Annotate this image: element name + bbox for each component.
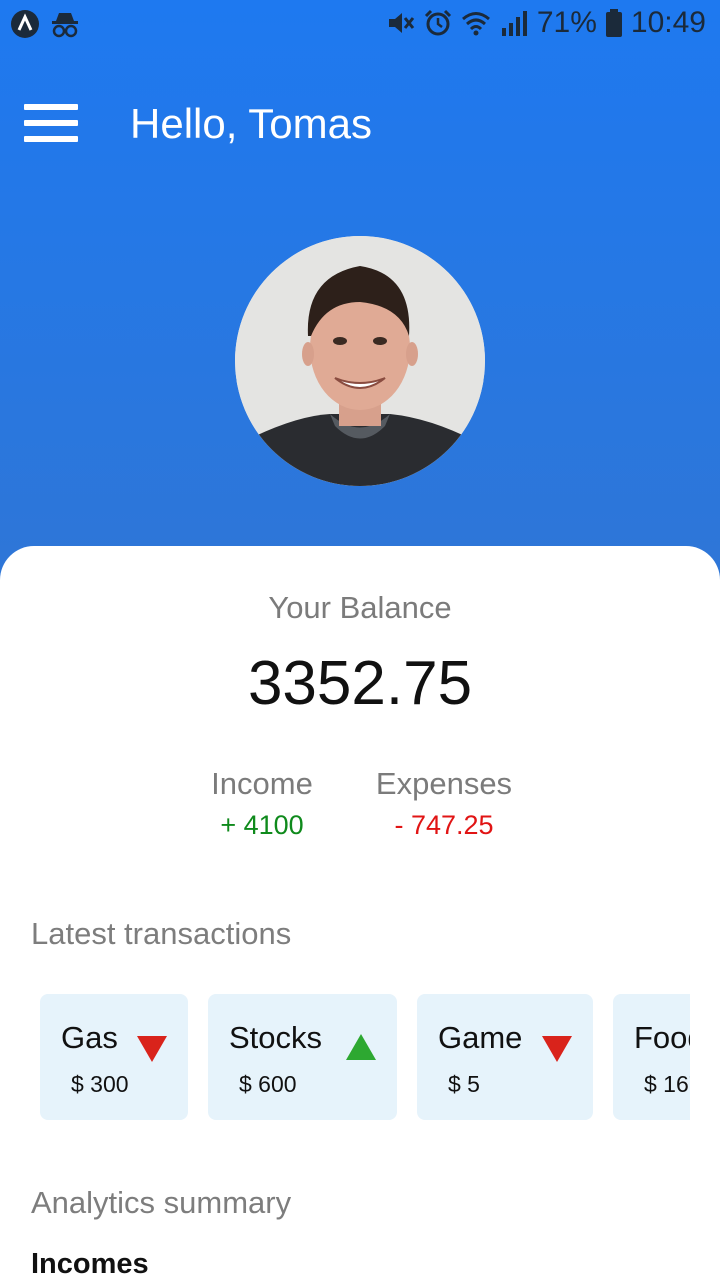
alarm-icon <box>424 9 451 36</box>
analytics-summary-title: Analytics summary <box>31 1185 292 1220</box>
clock: 10:49 <box>630 6 706 39</box>
income-label: Income <box>211 766 313 801</box>
greeting-title: Hello, Tomas <box>130 100 372 147</box>
transaction-name: Stocks <box>229 1020 323 1055</box>
transaction-amount: $ 167 <box>644 1071 690 1097</box>
transaction-card[interactable]: Game $ 5 <box>417 994 593 1120</box>
incognito-icon <box>52 13 78 38</box>
battery-icon <box>605 9 622 37</box>
latest-transactions-title: Latest transactions <box>31 916 292 951</box>
transaction-name: Food <box>634 1020 690 1055</box>
hamburger-menu-icon[interactable] <box>24 104 78 146</box>
profile-photo <box>235 236 485 486</box>
transaction-card[interactable]: Stocks $ 600 <box>208 994 397 1120</box>
transaction-card[interactable]: Food $ 167 <box>613 994 690 1120</box>
expenses-summary: Expenses - 747.25 <box>368 766 520 841</box>
mute-icon <box>388 13 415 33</box>
app-icon <box>11 10 39 38</box>
expenses-label: Expenses <box>375 766 513 801</box>
trend-down-icon <box>542 1036 572 1062</box>
avatar[interactable] <box>235 236 485 486</box>
transaction-amount: $ 5 <box>448 1071 480 1097</box>
transaction-name: Game <box>438 1020 523 1055</box>
income-value: + 4100 <box>220 810 304 840</box>
transaction-card[interactable]: Gas $ 300 <box>40 994 188 1120</box>
balance-value: 3352.75 <box>247 649 473 718</box>
expenses-value: - 747.25 <box>394 810 494 840</box>
transaction-amount: $ 600 <box>239 1071 297 1097</box>
signal-icon <box>501 11 527 36</box>
balance-label: Your Balance <box>268 590 452 625</box>
status-bar: 71% 10:49 <box>0 0 720 50</box>
transaction-amount: $ 300 <box>71 1071 129 1097</box>
trend-up-icon <box>346 1034 376 1060</box>
wifi-icon <box>461 12 490 36</box>
transaction-name: Gas <box>61 1020 118 1055</box>
battery-percent: 71% <box>536 6 597 39</box>
trend-down-icon <box>137 1036 167 1062</box>
transactions-carousel[interactable]: Gas $ 300 Stocks $ 600 Game $ 5 Food $ 1… <box>40 994 690 1120</box>
income-summary: Income + 4100 <box>196 766 328 841</box>
incomes-heading: Incomes <box>31 1248 149 1280</box>
